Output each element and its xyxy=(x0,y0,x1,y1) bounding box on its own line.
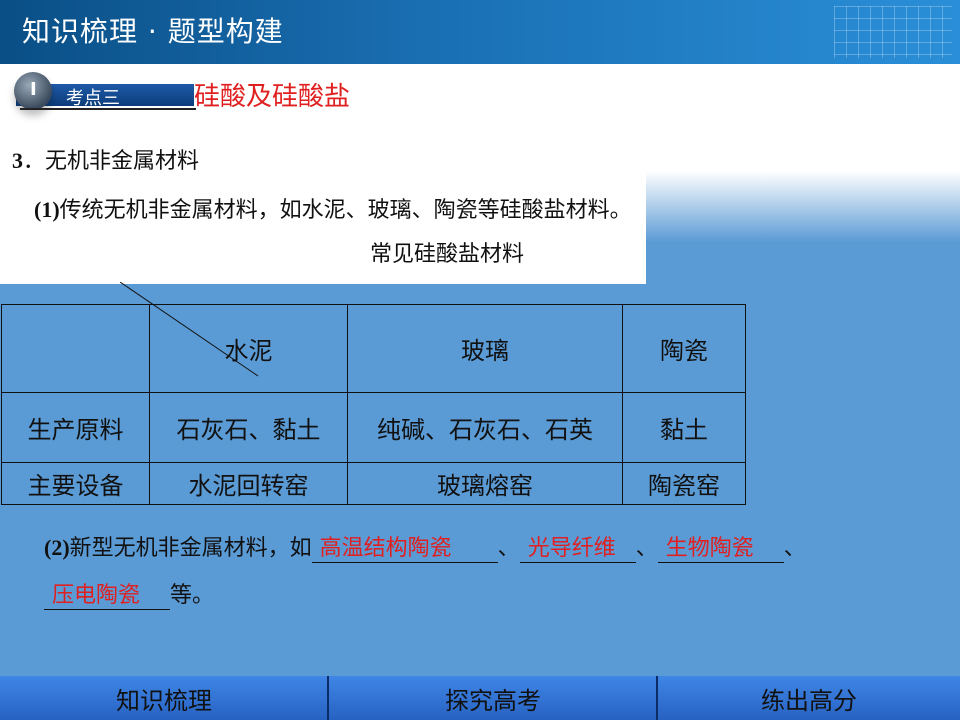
table-header-cell: 陶瓷 xyxy=(622,304,746,393)
table-cell: 玻璃熔窑 xyxy=(347,462,623,505)
item-3-2-suffix: 等。 xyxy=(170,583,215,608)
item-3-2: (2)新型无机非金属材料，如 高温结构陶瓷、光导纤维、生物陶瓷、 xyxy=(44,530,806,563)
answer-separator: 、 xyxy=(497,536,520,561)
tab-knowledge-review[interactable]: 知识梳理 xyxy=(0,676,328,720)
table-cell: 水泥回转窑 xyxy=(149,462,348,505)
item-3-separator: ． xyxy=(23,149,46,174)
item-3-1-number: (1) xyxy=(34,197,60,222)
tab-explore-exam[interactable]: 探究高考 xyxy=(329,676,657,720)
table-cell: 黏土 xyxy=(622,392,746,463)
table-header-cell: 玻璃 xyxy=(347,304,623,393)
item-3-1-text: 传统无机非金属材料，如水泥、玻璃、陶瓷等硅酸盐材料。 xyxy=(59,198,632,223)
item-3-2-continued: 压电陶瓷 等。 xyxy=(44,577,214,610)
badge-label: 考点三 xyxy=(66,88,120,109)
tab-practice[interactable]: 练出高分 xyxy=(658,676,960,720)
table-row-label: 主要设备 xyxy=(1,462,150,505)
item-3-2-prefix: 新型无机非金属材料，如 xyxy=(69,536,312,561)
table-caption: 常见硅酸盐材料 xyxy=(370,242,525,267)
section-title: 硅酸及硅酸盐 xyxy=(194,82,351,112)
table-row: 主要设备 水泥回转窑 玻璃熔窑 陶瓷窑 xyxy=(1,462,746,505)
badge-underline xyxy=(20,108,196,110)
section-badge: I 考点三 xyxy=(8,70,196,114)
header-bar: 知识梳理 · 题型构建 xyxy=(0,0,960,64)
silicate-materials-table: 水泥 玻璃 陶瓷 生产原料 石灰石、黏土 纯碱、石灰石、石英 黏土 主要设备 水… xyxy=(1,304,746,505)
table-row-label: 生产原料 xyxy=(1,392,150,463)
item-3-text: 无机非金属材料 xyxy=(45,149,200,174)
page-title: 知识梳理 · 题型构建 xyxy=(22,15,284,48)
table-cell: 石灰石、黏土 xyxy=(149,392,348,463)
answer-blank: 高温结构陶瓷 xyxy=(311,530,498,563)
content-background-fade xyxy=(646,64,960,242)
answer-blank: 光导纤维 xyxy=(519,530,636,563)
item-3: 3．无机非金属材料 xyxy=(12,143,199,175)
header-decoration xyxy=(834,6,952,58)
content-background-mid xyxy=(0,242,328,284)
table-cell: 纯碱、石灰石、石英 xyxy=(347,392,623,463)
answer-blank: 压电陶瓷 xyxy=(44,577,170,610)
answer-separator: 、 xyxy=(635,536,658,561)
footer-nav: 知识梳理 探究高考 练出高分 xyxy=(0,676,960,720)
table-row: 生产原料 石灰石、黏土 纯碱、石灰石、石英 黏土 xyxy=(1,392,746,463)
item-3-number: 3 xyxy=(12,148,23,173)
table-diagonal-line xyxy=(120,282,259,377)
table-cell: 陶瓷窑 xyxy=(622,462,746,505)
table-header-row: 水泥 玻璃 陶瓷 xyxy=(1,304,746,393)
answer-separator: 、 xyxy=(783,536,806,561)
badge-roman: I xyxy=(30,79,37,100)
item-3-1: (1)传统无机非金属材料，如水泥、玻璃、陶瓷等硅酸盐材料。 xyxy=(34,192,632,224)
item-3-2-number: (2) xyxy=(44,535,70,560)
answer-blank: 生物陶瓷 xyxy=(657,530,784,563)
